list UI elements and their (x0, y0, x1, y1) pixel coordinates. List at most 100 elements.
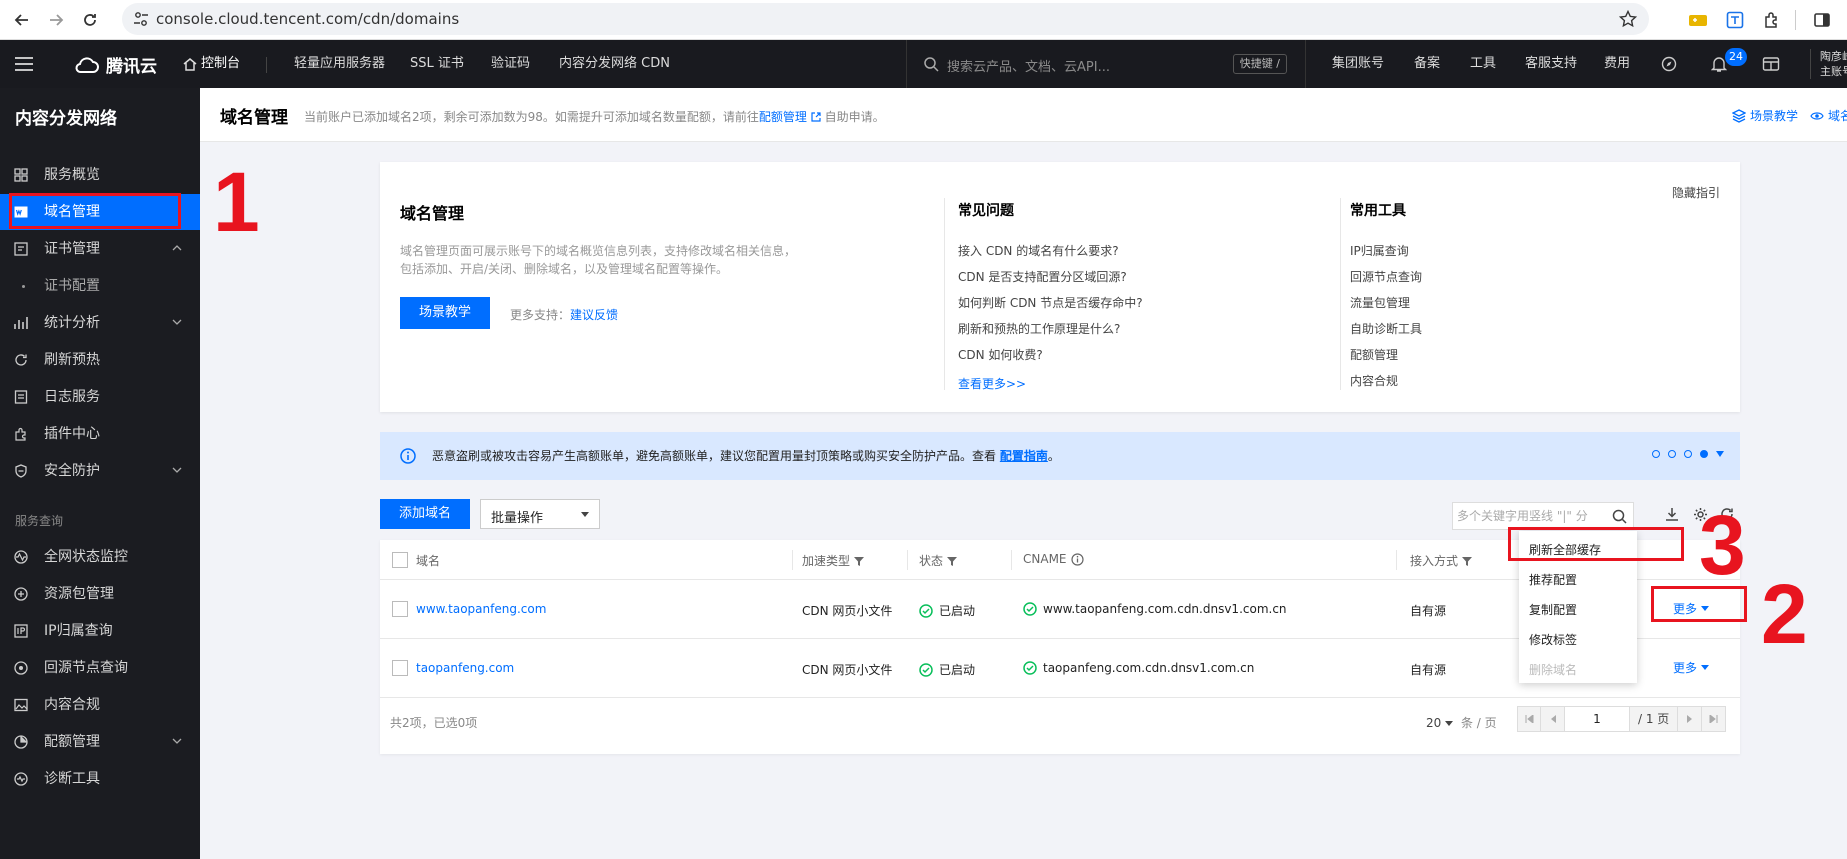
back-icon[interactable] (10, 8, 34, 32)
sidebar-item-network-monitor[interactable]: 全网状态监控 (0, 539, 200, 575)
domain-view-link[interactable]: 域名 (1810, 107, 1847, 124)
download-icon[interactable] (1665, 507, 1679, 521)
tool-item[interactable]: 自助诊断工具 (1350, 320, 1422, 337)
select-all-checkbox[interactable] (392, 552, 408, 568)
domain-link[interactable]: www.taopanfeng.com (416, 602, 546, 616)
nav-link-lighthouse[interactable]: 轻量应用服务器 (294, 40, 385, 88)
nav-billing[interactable]: 费用 (1604, 40, 1630, 88)
sidebar-item-compliance[interactable]: 内容合规 (0, 687, 200, 723)
sidebar-item-overview[interactable]: 服务概览 (0, 157, 200, 193)
sidebar-item-analytics[interactable]: 统计分析 (0, 305, 200, 341)
page-header: 域名管理 当前账户已添加域名2项，剩余可添加数为98。如需提升可添加域名数量配额… (200, 88, 1847, 142)
tool-item[interactable]: 流量包管理 (1350, 294, 1410, 311)
carousel-dot[interactable] (1684, 450, 1692, 458)
tool-item[interactable]: 回源节点查询 (1350, 268, 1422, 285)
hide-guide-link[interactable]: 隐藏指引 (1672, 184, 1720, 201)
sidebar-item-packages[interactable]: 资源包管理 (0, 576, 200, 612)
row-more-button[interactable]: 更多 (1673, 659, 1710, 676)
faq-item[interactable]: CDN 是否支持配置分区域回源? (958, 268, 1127, 285)
nav-link-captcha[interactable]: 验证码 (491, 40, 530, 88)
scene-tutorial-link[interactable]: 场景教学 (1732, 107, 1798, 124)
add-domain-button[interactable]: 添加域名 (380, 499, 470, 529)
nav-support[interactable]: 客服支持 (1525, 40, 1577, 88)
menu-item-edit-tags[interactable]: 修改标签 (1529, 631, 1577, 648)
compass-icon[interactable] (1661, 56, 1677, 72)
bookmark-star-icon[interactable] (1619, 10, 1637, 28)
carousel-dots[interactable] (1652, 450, 1724, 458)
first-page-button[interactable] (1517, 706, 1541, 732)
sidebar-item-plugins[interactable]: 插件中心 (0, 416, 200, 452)
col-separator (792, 550, 793, 570)
sidebar-item-origin-lookup[interactable]: 回源节点查询 (0, 650, 200, 686)
feedback-link[interactable]: 建议反馈 (570, 308, 618, 322)
filter-icon[interactable] (854, 556, 865, 566)
batch-operation-select[interactable]: 批量操作 (480, 499, 600, 529)
scene-tutorial-button[interactable]: 场景教学 (400, 297, 490, 329)
console-link[interactable]: 控制台 (201, 40, 240, 88)
brand-logo[interactable]: 腾讯云 (74, 52, 157, 77)
page-number-input[interactable]: 1 (1565, 706, 1629, 732)
help-icon[interactable] (1070, 552, 1084, 566)
translate-icon[interactable] (1723, 8, 1747, 32)
faq-item[interactable]: CDN 如何收费? (958, 346, 1043, 363)
domain-search-input[interactable] (1453, 503, 1603, 529)
page-size-select[interactable]: 20 条 / 页 (1426, 714, 1497, 731)
sidebar-item-certificates[interactable]: 证书管理 (0, 231, 200, 267)
tool-item[interactable]: 配额管理 (1350, 346, 1398, 363)
menu-icon[interactable] (14, 56, 34, 72)
sidebar-item-diagnose[interactable]: 诊断工具 (0, 761, 200, 797)
nav-beian[interactable]: 备案 (1414, 40, 1440, 88)
sidebar-item-quota[interactable]: 配额管理 (0, 724, 200, 760)
prev-page-button[interactable] (1541, 706, 1565, 732)
reload-icon[interactable] (78, 8, 102, 32)
faq-more-link[interactable]: 查看更多>> (958, 375, 1026, 392)
sidebar-item-refresh[interactable]: 刷新预热 (0, 342, 200, 378)
info-icon (400, 448, 416, 464)
inbox-icon[interactable] (1762, 56, 1780, 72)
filter-icon[interactable] (1462, 556, 1473, 566)
domain-search-box[interactable] (1452, 502, 1634, 530)
tool-item[interactable]: 内容合规 (1350, 372, 1398, 389)
grid-icon (14, 168, 28, 182)
faq-item[interactable]: 如何判断 CDN 节点是否缓存命中? (958, 294, 1143, 311)
last-page-button[interactable] (1702, 706, 1727, 732)
nav-tools[interactable]: 工具 (1470, 40, 1496, 88)
menu-item-recommended-config[interactable]: 推荐配置 (1529, 571, 1577, 588)
carousel-dot-active[interactable] (1700, 450, 1708, 458)
side-panel-icon[interactable] (1810, 8, 1834, 32)
home-icon[interactable] (182, 56, 198, 72)
nav-link-cdn[interactable]: 内容分发网络 CDN (559, 40, 670, 88)
faq-item[interactable]: 接入 CDN 的域名有什么要求? (958, 242, 1119, 259)
row-checkbox[interactable] (392, 660, 408, 676)
forward-icon[interactable] (44, 8, 68, 32)
sidebar-item-security[interactable]: 安全防护 (0, 453, 200, 489)
next-page-button[interactable] (1678, 706, 1703, 732)
filter-icon[interactable] (947, 556, 958, 566)
quota-link[interactable]: 配额管理 (759, 110, 807, 124)
global-search[interactable]: 搜索云产品、文档、云API... 快捷键 / (906, 40, 1306, 88)
nav-group-account[interactable]: 集团账号 (1332, 40, 1384, 88)
extension-icon[interactable] (1686, 8, 1710, 32)
shield-icon (14, 464, 28, 478)
address-bar[interactable]: console.cloud.tencent.com/cdn/domains (122, 3, 1649, 35)
nav-divider-right (1810, 49, 1811, 79)
config-guide-link[interactable]: 配置指南 (1000, 449, 1048, 463)
menu-item-copy-config[interactable]: 复制配置 (1529, 601, 1577, 618)
carousel-dot[interactable] (1668, 450, 1676, 458)
carousel-dot[interactable] (1652, 450, 1660, 458)
puzzle-icon[interactable] (1760, 8, 1784, 32)
annotation-box-sidebar (9, 193, 181, 229)
nav-link-ssl[interactable]: SSL 证书 (410, 40, 464, 88)
domain-link[interactable]: taopanfeng.com (416, 661, 514, 675)
sidebar-item-cert-config[interactable]: 证书配置 (0, 268, 200, 304)
sidebar-item-ip-lookup[interactable]: IP归属查询 (0, 613, 200, 649)
caret-down-icon[interactable] (1716, 451, 1724, 457)
tool-item[interactable]: IP归属查询 (1350, 242, 1409, 259)
search-icon[interactable] (1612, 509, 1627, 524)
sidebar-item-label: 内容合规 (44, 697, 100, 713)
row-checkbox[interactable] (392, 601, 408, 617)
sidebar-item-logs[interactable]: 日志服务 (0, 379, 200, 415)
user-menu[interactable]: 陶彦峰 主账号 (1820, 49, 1847, 79)
site-settings-icon[interactable] (134, 11, 148, 27)
faq-item[interactable]: 刷新和预热的工作原理是什么? (958, 320, 1120, 337)
